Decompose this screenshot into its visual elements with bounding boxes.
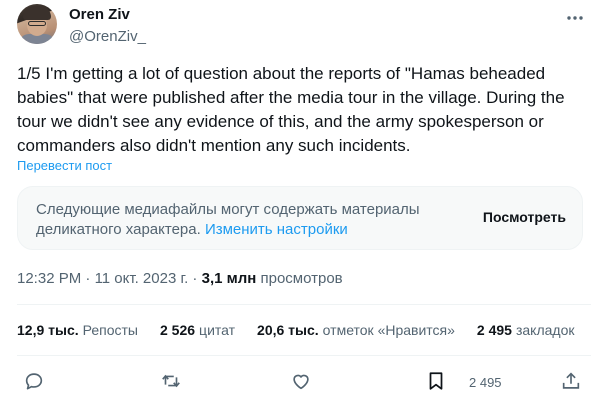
- reply-icon[interactable]: [23, 370, 45, 392]
- tweet-date[interactable]: 11 окт. 2023 г.: [95, 270, 189, 287]
- author-handle[interactable]: @OrenZiv_: [69, 28, 146, 45]
- sensitive-media-notice: Следующие медиафайлы могут содержать мат…: [17, 186, 583, 250]
- reposts-stat[interactable]: 12,9 тыс. Репосты: [17, 322, 138, 338]
- bookmark-count: 2 495: [469, 375, 502, 390]
- meta-separator: ·: [188, 270, 202, 287]
- sensitive-notice-text: Следующие медиафайлы могут содержать мат…: [36, 200, 456, 240]
- tweet-meta: 12:32 PM · 11 окт. 2023 г. · 3,1 млн про…: [17, 270, 343, 287]
- tweet-header: Oren Ziv @OrenZiv_: [17, 4, 591, 48]
- like-icon[interactable]: [290, 370, 312, 392]
- quotes-stat[interactable]: 2 526 цитат: [160, 322, 235, 338]
- share-icon[interactable]: [560, 370, 582, 392]
- tweet-time[interactable]: 12:32 PM: [17, 270, 81, 287]
- divider: [17, 304, 591, 305]
- views-label: просмотров: [260, 270, 343, 287]
- repost-icon[interactable]: [160, 370, 182, 392]
- avatar[interactable]: [17, 4, 57, 44]
- divider: [17, 355, 591, 356]
- meta-separator: ·: [81, 270, 95, 287]
- action-bar: 2 495: [17, 368, 591, 396]
- engagement-stats: 12,9 тыс. Репосты 2 526 цитат 20,6 тыс. отм…: [17, 322, 591, 338]
- likes-stat[interactable]: 20,6 тыс. отметок «Нравится»: [257, 322, 455, 338]
- translate-post-link[interactable]: Перевести пост: [17, 158, 112, 173]
- more-icon[interactable]: [565, 8, 585, 28]
- bookmark-icon[interactable]: [425, 370, 447, 392]
- views-count[interactable]: 3,1 млн: [202, 270, 257, 287]
- bookmarks-stat[interactable]: 2 495 закладок: [477, 322, 575, 338]
- view-media-button[interactable]: Посмотреть: [483, 209, 566, 225]
- change-settings-link[interactable]: Изменить настройки: [205, 221, 348, 238]
- tweet-text: 1/5 I'm getting a lot of question about …: [17, 64, 565, 155]
- author-name[interactable]: Oren Ziv: [69, 6, 130, 23]
